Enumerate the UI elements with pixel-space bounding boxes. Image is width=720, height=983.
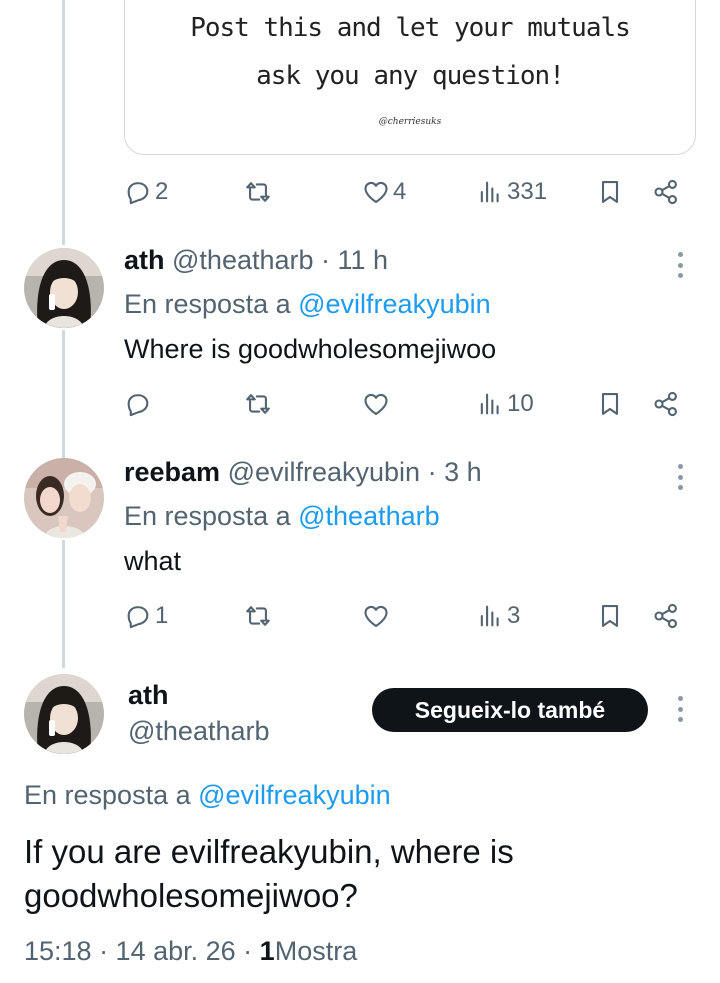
bookmark-icon bbox=[601, 393, 619, 415]
reply1-action-row: 10 bbox=[0, 384, 720, 424]
avatar-photo bbox=[24, 458, 104, 538]
reply-count: 1 bbox=[155, 602, 169, 629]
like-button[interactable]: 4 bbox=[362, 172, 406, 212]
like-button[interactable] bbox=[362, 384, 390, 424]
reply-prefix: En resposta a bbox=[124, 501, 291, 531]
views-button[interactable]: 3 bbox=[476, 596, 520, 636]
retweet-icon bbox=[246, 606, 270, 626]
heart-icon bbox=[364, 181, 388, 203]
views-icon bbox=[480, 605, 499, 627]
reply-prefix: En resposta a bbox=[24, 780, 191, 810]
reply1-mention[interactable]: @evilfreakyubin bbox=[298, 289, 491, 319]
timestamp[interactable]: 15:18 · 14 abr. 26 · bbox=[24, 936, 252, 966]
reply2-text: what bbox=[124, 546, 182, 576]
follow-button[interactable]: Segueix-lo també bbox=[372, 688, 648, 732]
views-icon bbox=[480, 393, 499, 415]
retweet-button[interactable] bbox=[244, 596, 272, 636]
quoted-image-card[interactable]: Post this and let your mutuals ask you a… bbox=[124, 0, 696, 155]
share-button[interactable] bbox=[652, 172, 680, 212]
quote-credit: @cherriesuks bbox=[378, 117, 442, 127]
quote-line-2: ask you any question! bbox=[256, 61, 565, 91]
reply-button[interactable]: 2 bbox=[124, 172, 168, 212]
views-count: 331 bbox=[507, 178, 548, 205]
views-button[interactable]: 10 bbox=[476, 384, 534, 424]
more-vertical-icon bbox=[677, 464, 683, 469]
share-button[interactable] bbox=[652, 384, 680, 424]
share-icon bbox=[654, 179, 677, 205]
reply2-time: · 3 h bbox=[427, 457, 482, 487]
reply-button[interactable]: 1 bbox=[124, 596, 168, 636]
top-action-row: 2 4 331 bbox=[0, 172, 720, 212]
views-label: Mostra bbox=[274, 936, 358, 966]
like-button[interactable] bbox=[362, 596, 390, 636]
main-tweet-handle[interactable]: @theatharb bbox=[128, 716, 270, 747]
more-options-button[interactable] bbox=[670, 694, 690, 724]
reply1-text: Where is goodwholesomejiwoo bbox=[124, 334, 497, 364]
reply2-action-row: 1 3 bbox=[0, 596, 720, 636]
avatar[interactable] bbox=[24, 248, 104, 328]
main-tweet-mention[interactable]: @evilfreakyubin bbox=[198, 780, 391, 810]
share-button[interactable] bbox=[652, 596, 680, 636]
views-button[interactable]: 331 bbox=[476, 172, 547, 212]
reply-icon bbox=[127, 606, 149, 629]
avatar[interactable] bbox=[24, 458, 104, 538]
reply1-time: · 11 h bbox=[321, 245, 389, 275]
main-tweet-text-line-1: If you are evilfreakyubin, where is bbox=[24, 833, 514, 870]
views-count: 10 bbox=[507, 390, 534, 417]
retweet-icon bbox=[246, 182, 270, 202]
main-tweet-reply-context: En resposta a @evilfreakyubin bbox=[24, 780, 391, 811]
more-vertical-icon bbox=[677, 252, 683, 257]
bookmark-icon bbox=[601, 605, 619, 627]
heart-icon bbox=[364, 393, 388, 415]
reply2-header: reebam @evilfreakyubin · 3 h bbox=[124, 457, 482, 488]
main-tweet-handle-block: @theatharb bbox=[128, 716, 270, 747]
avatar-photo bbox=[24, 674, 104, 754]
more-options-button[interactable] bbox=[670, 250, 690, 280]
avatar-photo bbox=[24, 248, 104, 328]
reply-count: 2 bbox=[155, 178, 169, 205]
main-tweet-name-block: ath bbox=[128, 680, 169, 711]
reply2-reply-context: En resposta a @theatharb bbox=[124, 501, 440, 532]
reply1-name[interactable]: ath bbox=[124, 245, 165, 275]
reply-button[interactable] bbox=[124, 384, 152, 424]
reply2-name[interactable]: reebam bbox=[124, 457, 220, 487]
more-vertical-icon bbox=[677, 696, 683, 701]
retweet-button[interactable] bbox=[244, 172, 272, 212]
reply-icon bbox=[127, 394, 149, 417]
main-tweet-text-line-2: goodwholesomejiwoo? bbox=[24, 877, 358, 914]
heart-icon bbox=[364, 605, 388, 627]
main-tweet-name[interactable]: ath bbox=[128, 680, 169, 711]
views-count: 3 bbox=[507, 602, 521, 629]
reply2-handle[interactable]: @evilfreakyubin bbox=[228, 457, 421, 487]
main-tweet-meta: 15:18 · 14 abr. 26 · 1Mostra bbox=[24, 936, 357, 967]
bookmark-button[interactable] bbox=[596, 172, 624, 212]
views-icon bbox=[480, 181, 499, 203]
views-total: 1 bbox=[259, 936, 275, 966]
reply2-mention[interactable]: @theatharb bbox=[298, 501, 440, 531]
share-icon bbox=[654, 603, 677, 629]
reply-icon bbox=[127, 182, 149, 205]
like-count: 4 bbox=[393, 178, 407, 205]
reply1-handle[interactable]: @theatharb bbox=[172, 245, 314, 275]
quote-line-1: Post this and let your mutuals bbox=[190, 13, 631, 43]
bookmark-button[interactable] bbox=[596, 596, 624, 636]
share-icon bbox=[654, 391, 677, 417]
reply1-header: ath @theatharb · 11 h bbox=[124, 245, 388, 276]
reply-prefix: En resposta a bbox=[124, 289, 291, 319]
retweet-button[interactable] bbox=[244, 384, 272, 424]
reply1-reply-context: En resposta a @evilfreakyubin bbox=[124, 289, 491, 320]
more-options-button[interactable] bbox=[670, 462, 690, 492]
avatar[interactable] bbox=[24, 674, 104, 754]
bookmark-button[interactable] bbox=[596, 384, 624, 424]
retweet-icon bbox=[246, 394, 270, 414]
bookmark-icon bbox=[601, 181, 619, 203]
